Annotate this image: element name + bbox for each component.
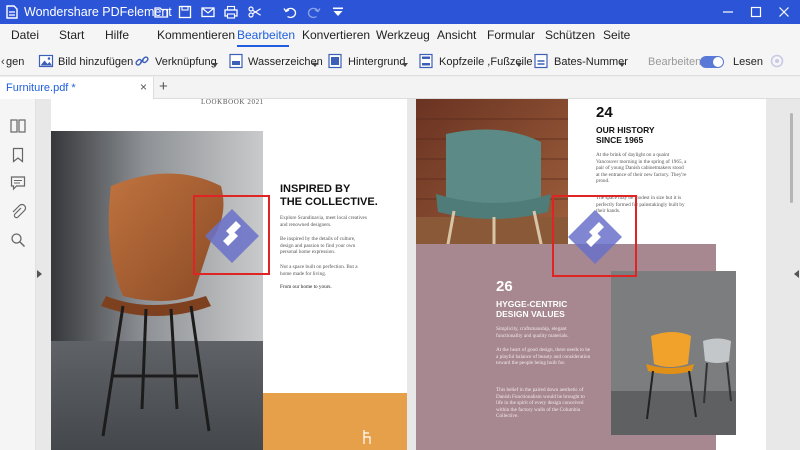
undo-icon[interactable] <box>281 3 299 21</box>
right-body-5: This belief in the paired down aesthetic… <box>496 387 585 420</box>
maximize-icon[interactable] <box>742 0 770 24</box>
right-number-1: 24 <box>596 104 613 121</box>
image-icon <box>38 54 54 68</box>
watermark-icon <box>229 53 243 69</box>
scissors-icon[interactable] <box>246 3 264 21</box>
menu-werkzeug[interactable]: Werkzeug <box>376 28 430 42</box>
pdf-page-left[interactable]: LOOKBOOK 2021 INSPIRED BY THE COLLECTIVE… <box>51 99 407 450</box>
chair-photo <box>51 131 263 450</box>
menu-bearbeiten[interactable]: Bearbeiten <box>237 28 295 42</box>
chevron-down-icon[interactable] <box>516 63 522 67</box>
page-header: LOOKBOOK 2021 <box>201 99 264 106</box>
bates-number-button[interactable]: Bates-Nummer <box>554 56 628 68</box>
edit-toolbar: ‹ gen Bild hinzufügen Verknüpfung Wasser… <box>0 48 800 76</box>
save-icon[interactable] <box>176 3 194 21</box>
menu-konvertieren[interactable]: Konvertieren <box>302 28 370 42</box>
left-body-1: Explore Scandinavia, meet local creative… <box>280 215 367 228</box>
right-body-4: At the heart of good design, there needs… <box>496 347 591 367</box>
link-button[interactable]: Verknüpfung <box>155 56 217 68</box>
menu-bar: Datei Start Hilfe Kommentieren Bearbeite… <box>0 24 800 69</box>
read-mode-label: Lesen <box>733 56 763 68</box>
menu-formular[interactable]: Formular <box>487 28 535 42</box>
tab-furniture-pdf[interactable]: Furniture.pdf * × <box>0 77 154 99</box>
new-tab-button[interactable]: + <box>159 78 168 95</box>
link-icon <box>135 56 149 66</box>
watermark-selection-box[interactable] <box>193 195 270 275</box>
comment-icon[interactable] <box>9 174 27 192</box>
background-icon <box>328 53 342 69</box>
chevron-down-icon[interactable] <box>212 63 218 67</box>
menu-kommentieren[interactable]: Kommentieren <box>157 28 235 42</box>
chevron-down-icon[interactable] <box>619 63 625 67</box>
pdf-page-right[interactable]: 24 OUR HISTORY SINCE 1965 At the brink o… <box>416 99 766 450</box>
right-title-2: HYGGE-CENTRIC DESIGN VALUES <box>496 299 568 319</box>
background-button[interactable]: Hintergrund <box>348 56 405 68</box>
green-chair-photo <box>416 99 568 257</box>
thumbnails-icon[interactable] <box>9 117 27 135</box>
expand-right-panel-icon[interactable] <box>794 270 799 278</box>
menu-ansicht[interactable]: Ansicht <box>437 28 476 42</box>
settings-icon[interactable] <box>769 53 785 69</box>
app-logo-icon <box>6 5 18 19</box>
watermark-selection-box[interactable] <box>552 195 637 277</box>
print-icon[interactable] <box>222 3 240 21</box>
right-title-1: OUR HISTORY SINCE 1965 <box>596 125 655 145</box>
menu-schuetzen[interactable]: Schützen <box>545 28 595 42</box>
document-tab-bar: Furniture.pdf * × + <box>0 77 800 99</box>
menu-datei[interactable]: Datei <box>11 28 39 42</box>
attachment-icon[interactable] <box>9 203 27 221</box>
left-sidebar <box>0 99 36 450</box>
orange-block <box>263 393 407 450</box>
document-canvas[interactable]: LOOKBOOK 2021 INSPIRED BY THE COLLECTIVE… <box>36 99 800 450</box>
left-heading: INSPIRED BY THE COLLECTIVE. <box>280 183 378 208</box>
left-body-2: Be inspired by the details of culture, d… <box>280 236 356 256</box>
search-icon[interactable] <box>9 231 27 249</box>
chevron-down-icon[interactable] <box>402 63 408 67</box>
dropdown-icon[interactable] <box>329 3 347 21</box>
vertical-scrollbar-thumb[interactable] <box>790 113 793 203</box>
tab-label: Furniture.pdf * <box>6 82 76 94</box>
app-title: Wondershare PDFelement <box>24 5 172 19</box>
folder-icon[interactable] <box>152 3 170 21</box>
watermark-logo-icon <box>568 210 622 264</box>
menu-hilfe[interactable]: Hilfe <box>105 28 129 42</box>
title-bar: Wondershare PDFelement <box>0 0 800 24</box>
toolbar-scroll-left[interactable]: ‹ <box>1 56 5 68</box>
bookmark-icon[interactable] <box>9 146 27 164</box>
left-body-4: From our home to yours. <box>280 284 332 290</box>
bates-icon <box>534 53 548 69</box>
minimize-icon[interactable] <box>714 0 742 24</box>
toolbar-item-partial[interactable]: gen <box>6 56 24 68</box>
edit-mode-label: Bearbeiten <box>648 56 702 68</box>
close-icon[interactable] <box>770 0 798 24</box>
right-body-3: Simplicity, craftsmanship, elegant funct… <box>496 326 569 339</box>
yellow-chair-photo <box>611 271 736 435</box>
chair-glyph-icon <box>363 430 371 444</box>
menu-start[interactable]: Start <box>59 28 84 42</box>
read-mode-toggle[interactable] <box>700 56 724 68</box>
watermark-logo-icon <box>205 209 259 263</box>
header-footer-icon <box>419 53 433 69</box>
menu-seite[interactable]: Seite <box>603 28 630 42</box>
right-body-1: At the brink of daylight on a quaint Van… <box>596 152 687 185</box>
mail-icon[interactable] <box>199 3 217 21</box>
add-image-button[interactable]: Bild hinzufügen <box>58 56 133 68</box>
expand-left-panel-icon[interactable] <box>37 270 42 278</box>
redo-icon[interactable] <box>305 3 323 21</box>
tab-close-icon[interactable]: × <box>140 80 147 94</box>
chevron-down-icon[interactable] <box>312 63 318 67</box>
right-number-2: 26 <box>496 278 513 295</box>
active-menu-indicator <box>237 45 289 47</box>
left-body-3: Not a space built on perfection. But a h… <box>280 264 358 277</box>
toggle-knob <box>713 57 723 67</box>
